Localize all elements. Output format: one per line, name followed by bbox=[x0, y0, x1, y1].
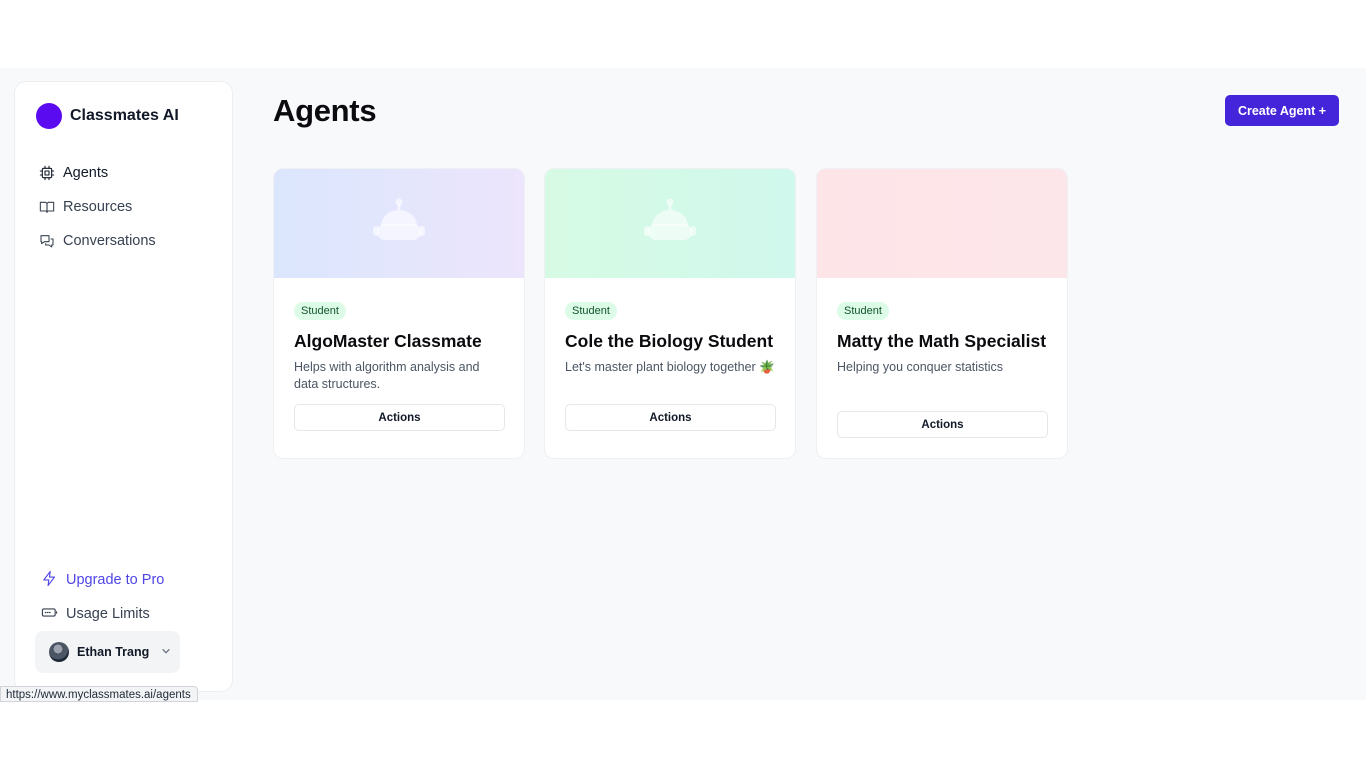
robot-icon bbox=[642, 196, 698, 251]
usage-limits-link[interactable]: Usage Limits bbox=[41, 597, 221, 631]
chevron-down-icon bbox=[157, 643, 171, 661]
upgrade-label: Upgrade to Pro bbox=[66, 572, 165, 588]
card-banner bbox=[817, 169, 1067, 278]
create-agent-button[interactable]: Create Agent + bbox=[1225, 95, 1339, 126]
sidebar-item-conversations[interactable]: Conversations bbox=[39, 224, 219, 258]
book-open-icon bbox=[39, 199, 55, 215]
avatar bbox=[49, 642, 69, 662]
actions-button[interactable]: Actions bbox=[294, 404, 505, 431]
card-banner bbox=[274, 169, 524, 278]
status-bar-url: https://www.myclassmates.ai/agents bbox=[0, 686, 198, 702]
usage-label: Usage Limits bbox=[66, 606, 150, 622]
agent-card[interactable]: Student AlgoMaster Classmate Helps with … bbox=[273, 168, 525, 459]
agent-description: Helping you conquer statistics bbox=[837, 360, 1004, 374]
chat-bubbles-icon bbox=[39, 233, 55, 249]
sidebar: Classmates AI Agents Resources Conversat… bbox=[14, 81, 233, 692]
cpu-icon bbox=[39, 165, 55, 181]
sidebar-item-label: Resources bbox=[63, 199, 133, 215]
agent-title: Matty the Math Specialist bbox=[837, 331, 1047, 351]
user-menu-button[interactable]: Ethan Trang bbox=[35, 631, 180, 673]
sidebar-item-resources[interactable]: Resources bbox=[39, 190, 219, 224]
app-viewport: Classmates AI Agents Resources Conversat… bbox=[0, 68, 1366, 700]
user-name: Ethan Trang bbox=[77, 645, 150, 659]
role-badge: Student bbox=[565, 302, 617, 320]
sidebar-nav: Agents Resources Conversations bbox=[39, 156, 219, 258]
brand-logo bbox=[36, 103, 62, 129]
card-body: Student Matty the Math Specialist Helpin… bbox=[837, 301, 1049, 376]
agent-card[interactable]: Student Cole the Biology Student Let's m… bbox=[544, 168, 796, 459]
lightning-icon bbox=[41, 570, 58, 591]
gauge-icon bbox=[41, 604, 58, 625]
card-body: Student AlgoMaster Classmate Helps with … bbox=[294, 301, 506, 393]
upgrade-to-pro-link[interactable]: Upgrade to Pro bbox=[41, 563, 221, 597]
actions-button[interactable]: Actions bbox=[565, 404, 776, 431]
card-banner bbox=[545, 169, 795, 278]
sidebar-item-label: Conversations bbox=[63, 233, 156, 249]
page-title: Agents bbox=[273, 93, 377, 128]
brand[interactable]: Classmates AI bbox=[36, 103, 179, 129]
role-badge: Student bbox=[294, 302, 346, 320]
actions-button[interactable]: Actions bbox=[837, 411, 1048, 438]
agent-card[interactable]: Student Matty the Math Specialist Helpin… bbox=[816, 168, 1068, 459]
robot-icon bbox=[371, 196, 427, 251]
sidebar-item-agents[interactable]: Agents bbox=[39, 156, 219, 190]
agent-title: AlgoMaster Classmate bbox=[294, 331, 482, 351]
role-badge: Student bbox=[837, 302, 889, 320]
brand-name: Classmates AI bbox=[70, 107, 179, 124]
card-body: Student Cole the Biology Student Let's m… bbox=[565, 301, 777, 376]
agent-title: Cole the Biology Student bbox=[565, 331, 774, 351]
sidebar-item-label: Agents bbox=[63, 165, 109, 181]
agent-description: Let's master plant biology together 🪴 bbox=[565, 360, 775, 374]
agent-description: Helps with algorithm analysis and data s… bbox=[294, 360, 480, 391]
sidebar-bottom-nav: Upgrade to Pro Usage Limits bbox=[41, 563, 221, 631]
